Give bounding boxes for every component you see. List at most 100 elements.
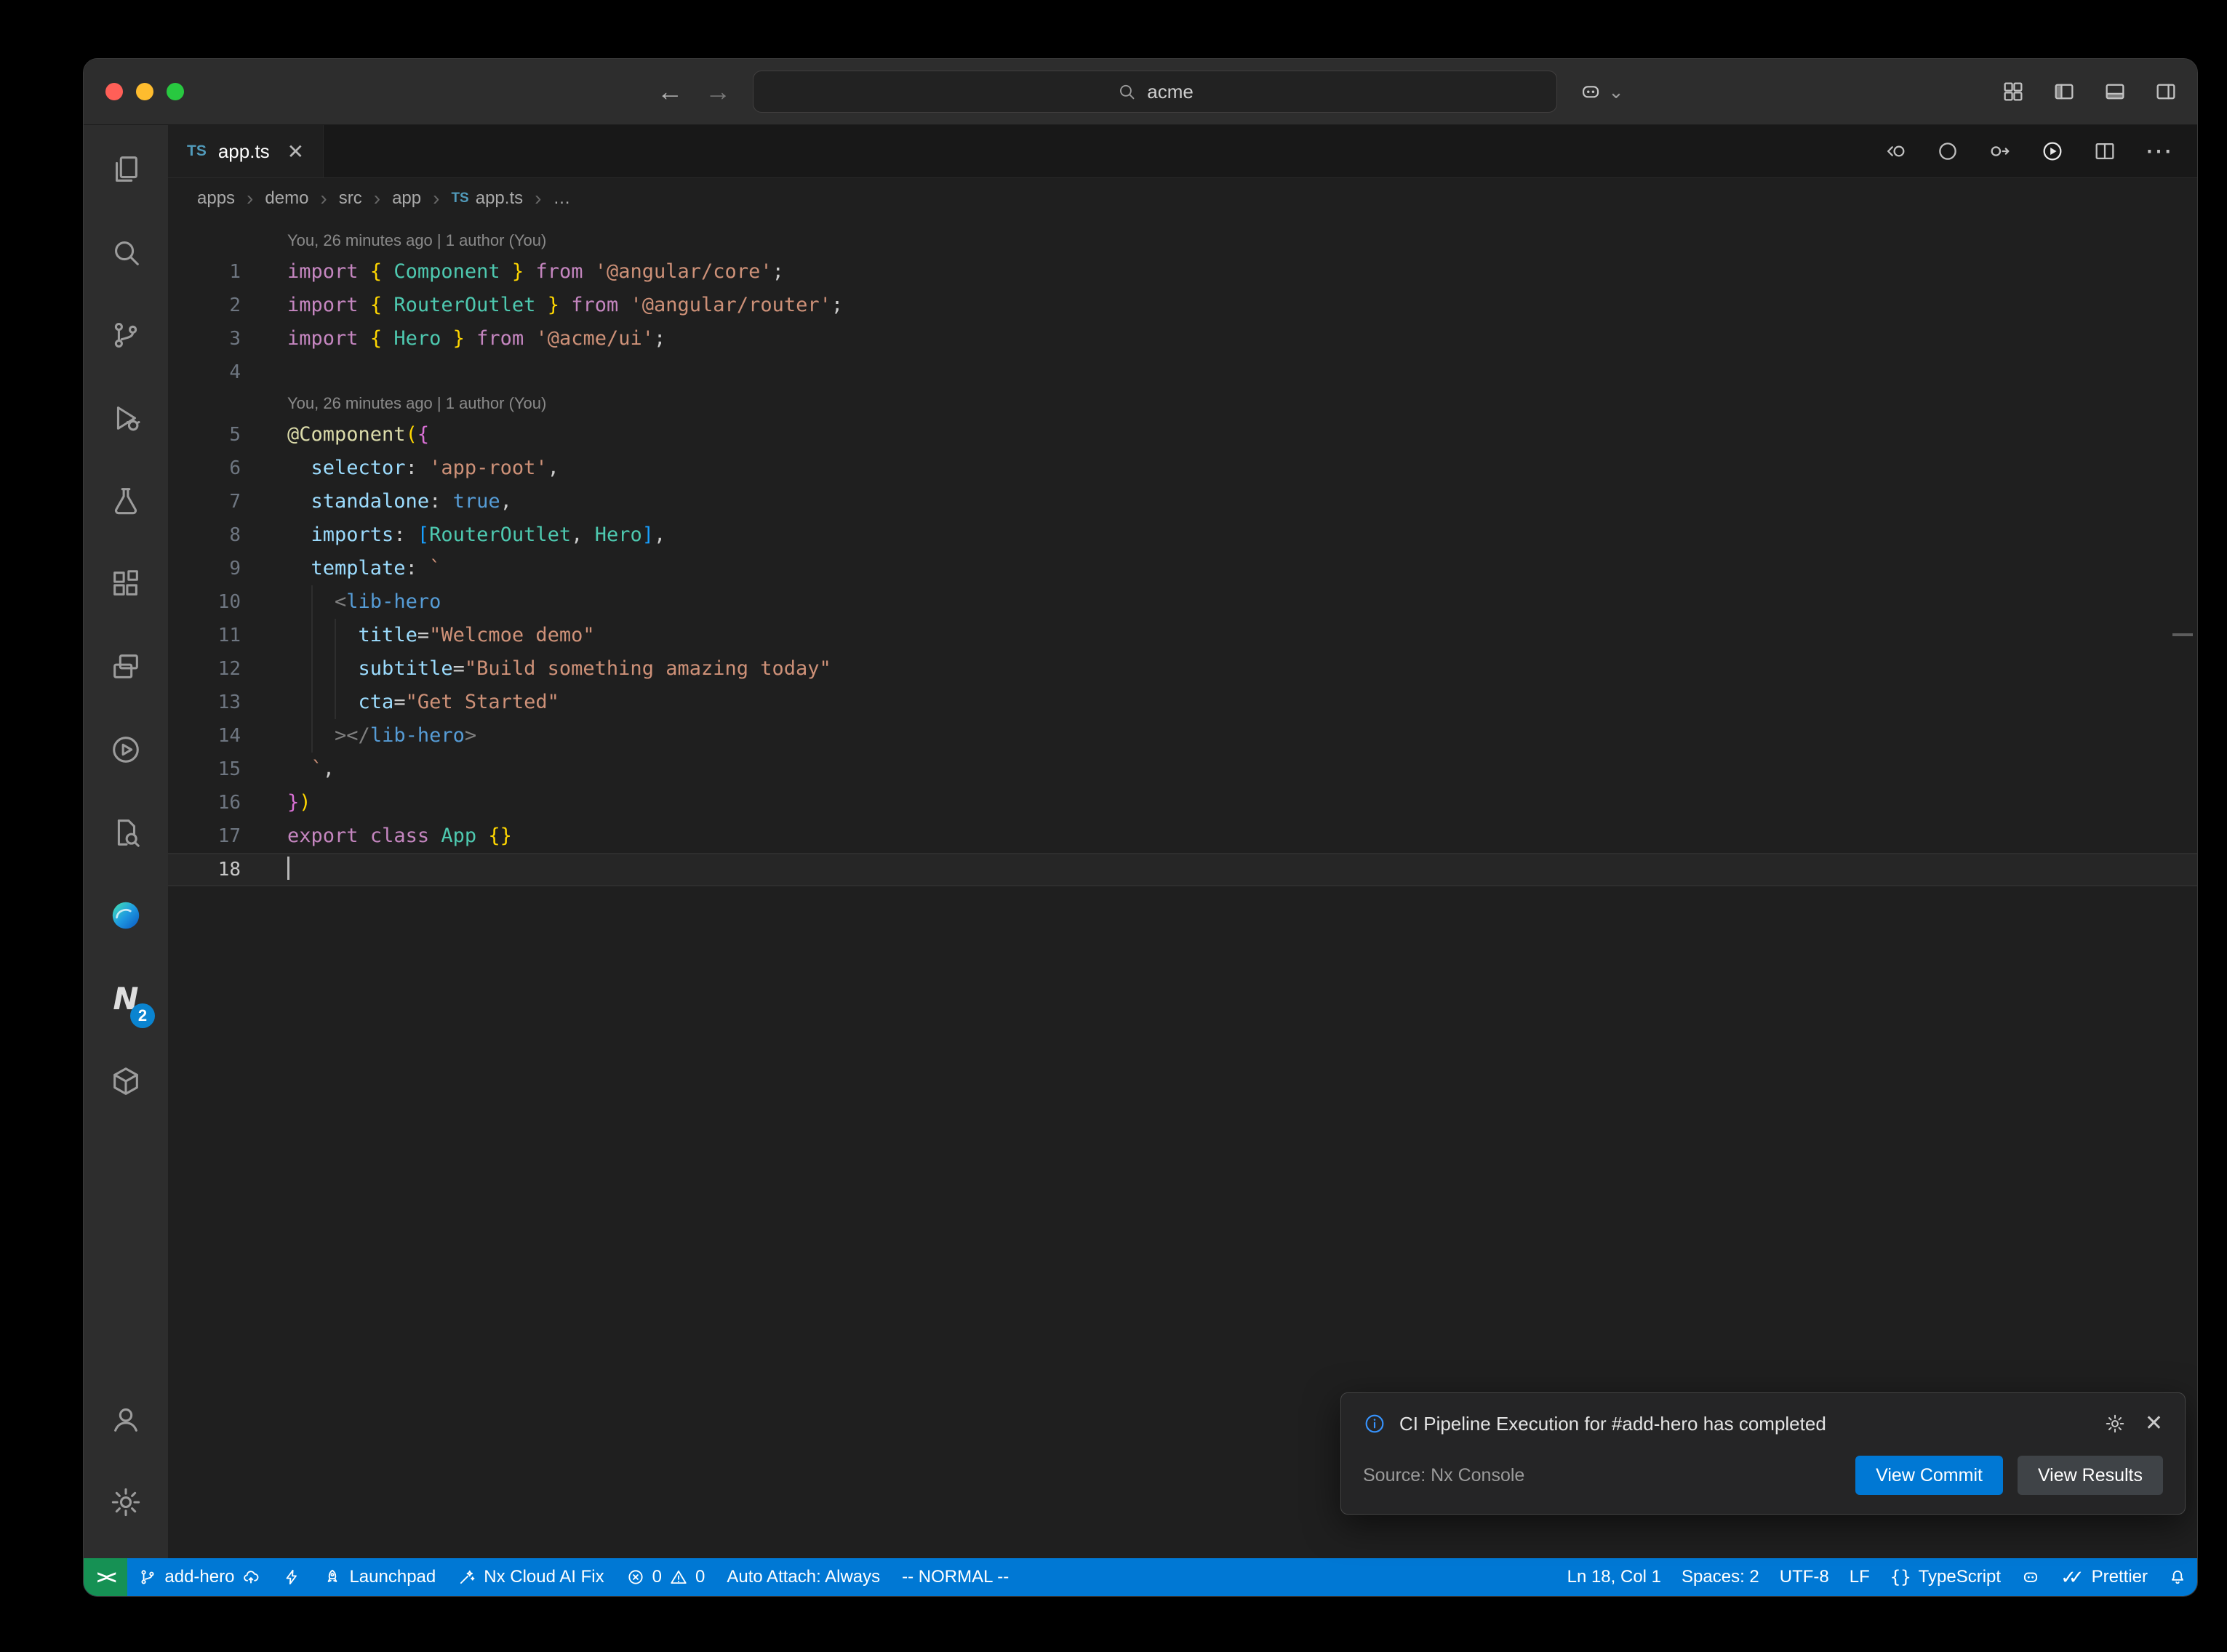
breadcrumb-item[interactable]: TSapp.ts — [451, 188, 523, 209]
auto-attach-status[interactable]: Auto Attach: Always — [716, 1558, 891, 1596]
code-text[interactable]: selector: 'app-root', — [287, 452, 559, 485]
encoding-status[interactable]: UTF-8 — [1770, 1558, 1839, 1596]
language-mode-status[interactable]: {} TypeScript — [1880, 1558, 2011, 1596]
file-search-icon[interactable] — [84, 791, 168, 874]
close-window-button[interactable] — [105, 83, 123, 100]
code-text[interactable]: ></lib-hero> — [287, 719, 476, 753]
blame-annotation[interactable]: You, 26 minutes ago | 1 author (You) — [168, 389, 2197, 418]
problems-status[interactable]: 0 0 — [615, 1558, 716, 1596]
copilot-menu-button[interactable]: ⌄ — [1579, 80, 1624, 103]
command-center-search[interactable]: acme — [753, 71, 1557, 113]
open-changes-icon[interactable] — [1883, 139, 1908, 164]
code-line[interactable]: 1import { Component } from '@angular/cor… — [168, 255, 2197, 289]
annotations-circle-icon[interactable] — [1935, 139, 1960, 164]
formatter-status[interactable]: ✓✓ Prettier — [2050, 1558, 2158, 1596]
notification-close-icon[interactable]: ✕ — [2145, 1413, 2163, 1435]
vim-mode-status[interactable]: -- NORMAL -- — [891, 1558, 1020, 1596]
customize-layout-icon[interactable] — [2001, 79, 2026, 104]
breadcrumb-item[interactable]: app — [392, 188, 421, 209]
code-text[interactable]: `, — [287, 753, 335, 786]
view-commit-button[interactable]: View Commit — [1855, 1456, 2003, 1495]
code-line[interactable]: 3import { Hero } from '@acme/ui'; — [168, 322, 2197, 356]
launchpad-status[interactable]: Launchpad — [312, 1558, 447, 1596]
code-line[interactable]: 14 ></lib-hero> — [168, 719, 2197, 753]
remote-explorer-icon[interactable] — [84, 625, 168, 708]
view-results-button[interactable]: View Results — [2018, 1456, 2163, 1495]
minimize-window-button[interactable] — [136, 83, 153, 100]
code-line[interactable]: 12 subtitle="Build something amazing tod… — [168, 652, 2197, 686]
lightning-status[interactable] — [271, 1558, 312, 1596]
code-line[interactable]: 6 selector: 'app-root', — [168, 452, 2197, 485]
blame-annotation[interactable]: You, 26 minutes ago | 1 author (You) — [168, 226, 2197, 255]
testing-icon[interactable] — [84, 460, 168, 542]
code-line[interactable]: 4 — [168, 356, 2197, 389]
play-circle-icon[interactable] — [84, 708, 168, 791]
breadcrumb-item[interactable]: … — [553, 188, 570, 209]
code-text[interactable]: title="Welcmoe demo" — [287, 619, 595, 652]
remote-indicator[interactable]: >< — [84, 1558, 127, 1596]
run-debug-icon[interactable] — [84, 377, 168, 460]
close-tab-icon[interactable]: ✕ — [287, 140, 304, 164]
code-text[interactable]: template: ` — [287, 552, 441, 585]
eol-status[interactable]: LF — [1839, 1558, 1880, 1596]
nx-cloud-status[interactable]: Nx Cloud AI Fix — [447, 1558, 615, 1596]
code-text[interactable]: <lib-hero — [287, 585, 441, 619]
tab-app-ts[interactable]: TS app.ts ✕ — [168, 125, 324, 177]
code-line[interactable]: 18 — [168, 853, 2197, 886]
extensions-icon[interactable] — [84, 542, 168, 625]
indentation-status[interactable]: Spaces: 2 — [1671, 1558, 1770, 1596]
notifications-bell[interactable] — [2158, 1558, 2197, 1596]
nx-console-icon[interactable]: N 2 — [84, 957, 168, 1040]
navigate-back-button[interactable]: ← — [657, 79, 683, 105]
branch-indicator[interactable]: add-hero — [127, 1558, 271, 1596]
breadcrumb-item[interactable]: apps — [197, 188, 235, 209]
code-line[interactable]: 2import { RouterOutlet } from '@angular/… — [168, 289, 2197, 322]
toggle-panel-icon[interactable] — [2103, 79, 2127, 104]
run-file-icon[interactable] — [2040, 139, 2065, 164]
cursor-position-status[interactable]: Ln 18, Col 1 — [1557, 1558, 1671, 1596]
code-line[interactable]: 8 imports: [RouterOutlet, Hero], — [168, 518, 2197, 552]
toggle-secondary-sidebar-icon[interactable] — [2154, 79, 2178, 104]
branch-name: add-hero — [164, 1567, 234, 1587]
code-line[interactable]: 10 <lib-hero — [168, 585, 2197, 619]
zoom-window-button[interactable] — [167, 83, 184, 100]
search-view-icon[interactable] — [84, 211, 168, 294]
code-line[interactable]: 15 `, — [168, 753, 2197, 786]
code-line[interactable]: 5@Component({ — [168, 418, 2197, 452]
edge-browser-icon[interactable] — [84, 874, 168, 957]
notification-settings-gear-icon[interactable] — [2104, 1413, 2126, 1435]
package-icon[interactable] — [84, 1040, 168, 1123]
code-line[interactable]: 7 standalone: true, — [168, 485, 2197, 518]
toggle-primary-sidebar-icon[interactable] — [2052, 79, 2076, 104]
accounts-icon[interactable] — [84, 1378, 168, 1461]
copilot-status[interactable] — [2011, 1558, 2050, 1596]
code-text[interactable]: import { Hero } from '@acme/ui'; — [287, 322, 665, 356]
remote-icon: >< — [97, 1566, 114, 1589]
code-text[interactable]: standalone: true, — [287, 485, 512, 518]
code-text[interactable]: import { Component } from '@angular/core… — [287, 255, 784, 289]
code-line[interactable]: 9 template: ` — [168, 552, 2197, 585]
code-text[interactable]: export class App {} — [287, 819, 512, 853]
line-number: 7 — [168, 485, 241, 518]
code-line[interactable]: 13 cta="Get Started" — [168, 686, 2197, 719]
source-control-icon[interactable] — [84, 294, 168, 377]
editor[interactable]: You, 26 minutes ago | 1 author (You)1imp… — [168, 219, 2197, 1558]
code-text[interactable]: }) — [287, 786, 311, 819]
split-editor-icon[interactable] — [2092, 139, 2117, 164]
code-text[interactable]: imports: [RouterOutlet, Hero], — [287, 518, 665, 552]
compare-next-icon[interactable] — [1988, 139, 2012, 164]
code-line[interactable]: 17export class App {} — [168, 819, 2197, 853]
code-text[interactable] — [287, 853, 289, 886]
code-text[interactable]: cta="Get Started" — [287, 686, 559, 719]
more-actions-icon[interactable]: ⋯ — [2145, 137, 2172, 165]
code-line[interactable]: 11 title="Welcmoe demo" — [168, 619, 2197, 652]
explorer-icon[interactable] — [84, 128, 168, 211]
breadcrumb-item[interactable]: demo — [265, 188, 308, 209]
breadcrumb-item[interactable]: src — [339, 188, 362, 209]
navigate-forward-button[interactable]: → — [705, 79, 731, 105]
code-line[interactable]: 16}) — [168, 786, 2197, 819]
settings-gear-icon[interactable] — [84, 1461, 168, 1544]
code-text[interactable]: import { RouterOutlet } from '@angular/r… — [287, 289, 843, 322]
code-text[interactable]: @Component({ — [287, 418, 429, 452]
code-text[interactable]: subtitle="Build something amazing today" — [287, 652, 831, 686]
